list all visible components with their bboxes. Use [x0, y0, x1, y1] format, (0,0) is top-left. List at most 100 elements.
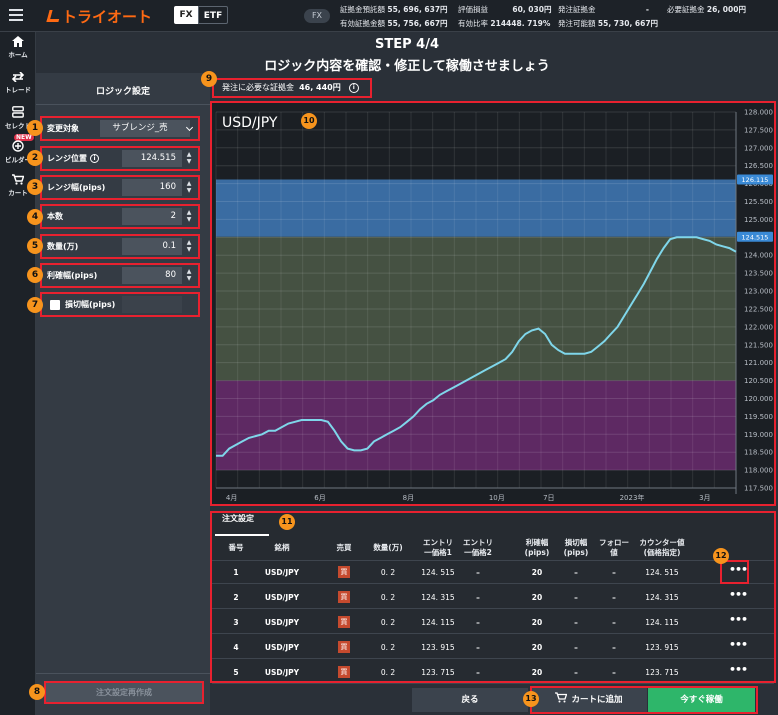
app-logo[interactable]: トライオート [46, 6, 152, 27]
step-number-badge: 13 [523, 691, 539, 707]
stat-effective-ratio: 有効比率 214448. 719% [458, 19, 551, 28]
field-range-position: レンジ位置 i 124.515 ▲ ▼ [40, 146, 200, 171]
y-tick-label: 125.000 [744, 216, 773, 224]
table-cell: USD/JPY [264, 643, 300, 652]
table-cell: USD/JPY [264, 593, 300, 602]
segment-fx[interactable]: FX [174, 6, 198, 24]
y-tick-label: 119.500 [744, 413, 773, 421]
field-label: 損切幅(pips) [65, 300, 116, 309]
field-stop-loss: 損切幅(pips) [40, 292, 200, 317]
table-cell: USD/JPY [264, 668, 300, 677]
stat-pl: 評価損益 60, 030円 [458, 5, 552, 14]
field-label: 利確幅(pips) [47, 271, 98, 280]
y-tick-label: 120.500 [744, 377, 773, 385]
cart-icon [12, 174, 24, 185]
row-menu-button[interactable]: ••• [729, 663, 748, 676]
x-tick-label: 8月 [403, 494, 414, 502]
stat-deposit: 証拠金預託額 55, 696, 637円 [340, 5, 448, 14]
step-number-badge: 2 [27, 150, 43, 166]
step-number-badge: 4 [27, 209, 43, 225]
row-menu-button[interactable]: ••• [729, 613, 748, 626]
field-take-profit: 利確幅(pips) 80 ▲ ▼ [40, 263, 200, 288]
field-label: 本数 [47, 212, 63, 221]
step-number-badge: 5 [27, 238, 43, 254]
column-header: エントリ 一価格2 [463, 538, 493, 557]
step-number-badge: 6 [27, 267, 43, 283]
info-icon[interactable]: i [90, 154, 99, 163]
buy-side-badge: 買 [338, 591, 350, 603]
hamburger-menu-icon[interactable] [9, 9, 23, 21]
highlight-frame [530, 686, 758, 714]
table-divider [212, 658, 774, 659]
segment-etf[interactable]: ETF [198, 6, 228, 24]
price-label: 126.115 [742, 176, 769, 184]
builder-plus-icon [12, 140, 24, 152]
y-tick-label: 124.000 [744, 252, 773, 260]
count-input[interactable]: 2 [122, 208, 182, 225]
column-header: 銘柄 [274, 543, 290, 552]
account-mode-badge: FX [304, 9, 330, 23]
y-tick-label: 118.500 [744, 449, 773, 457]
field-quantity: 数量(万) 0.1 ▲ ▼ [40, 234, 200, 259]
trade-arrows-icon [11, 72, 25, 82]
stepper-arrows-icon[interactable]: ▲ ▼ [185, 209, 193, 223]
stepper-arrows-icon[interactable]: ▲ ▼ [185, 180, 193, 194]
y-tick-label: 126.500 [744, 162, 773, 170]
step-number-badge: 7 [27, 297, 43, 313]
range-position-input[interactable]: 124.515 [122, 150, 182, 167]
table-cell: 123. 715 [645, 668, 679, 677]
field-range-width: レンジ幅(pips) 160 ▲ ▼ [40, 175, 200, 200]
x-tick-label: 4月 [226, 494, 237, 502]
step-number-badge: 11 [279, 514, 295, 530]
table-cell: USD/JPY [264, 568, 300, 577]
step-number-badge: 8 [29, 684, 45, 700]
table-cell: 124. 115 [645, 618, 679, 627]
price-label: 124.515 [742, 233, 769, 241]
table-divider [212, 608, 774, 609]
x-tick-label: 2023年 [620, 493, 645, 502]
range-width-input[interactable]: 160 [122, 179, 182, 196]
y-tick-label: 123.000 [744, 288, 773, 296]
step-number-badge: 1 [27, 120, 43, 136]
stepper-arrows-icon[interactable]: ▲ ▼ [185, 151, 193, 165]
logic-settings-title: ロジック設定 [95, 87, 150, 97]
stat-required-margin: 必要証拠金 26, 000円 [667, 5, 746, 14]
select-list-icon [12, 106, 24, 118]
field-change-target: 変更対象 サブレンジ_売 [40, 116, 200, 141]
field-label: レンジ幅(pips) [47, 183, 106, 192]
logo-mark-icon [46, 10, 62, 22]
step-indicator: STEP 4/4 [374, 37, 439, 52]
table-cell: – [476, 668, 480, 677]
table-cell: – [476, 593, 480, 602]
stepper-arrows-icon[interactable]: ▲ ▼ [185, 268, 193, 282]
stop-loss-input[interactable] [122, 296, 182, 313]
buy-side-badge: 買 [338, 666, 350, 678]
row-menu-button[interactable]: ••• [729, 638, 748, 651]
y-tick-label: 119.000 [744, 431, 773, 439]
row-menu-button[interactable]: ••• [729, 588, 748, 601]
nav-home[interactable]: ホーム [0, 36, 36, 59]
step-number-badge: 12 [713, 548, 729, 564]
buy-side-badge: 買 [338, 566, 350, 578]
price-chart: 128.000127.500127.000126.500126.000125.5… [210, 101, 776, 506]
required-margin-box: 発注に必要な証拠金 46, 440円 i [212, 78, 372, 98]
back-button[interactable]: 戻る [412, 688, 528, 712]
y-tick-label: 120.000 [744, 395, 773, 403]
regenerate-orders-button[interactable]: 注文設定再作成 [44, 681, 204, 704]
quantity-input[interactable]: 0.1 [122, 238, 182, 255]
table-divider [212, 683, 774, 684]
field-count: 本数 2 ▲ ▼ [40, 204, 200, 229]
take-profit-input[interactable]: 80 [122, 267, 182, 284]
table-divider [212, 583, 774, 584]
tab-order-settings[interactable]: 注文設定 [222, 513, 254, 524]
change-target-select[interactable]: サブレンジ_売 [100, 120, 190, 137]
panel-divider [36, 104, 210, 105]
stepper-arrows-icon[interactable]: ▲ ▼ [185, 239, 193, 253]
info-icon[interactable]: i [348, 82, 359, 93]
stop-loss-checkbox[interactable] [50, 300, 60, 310]
table-cell: – [476, 618, 480, 627]
x-tick-label: 3月 [699, 494, 710, 502]
stat-available: 発注可能額 55, 730, 667円 [558, 19, 659, 28]
y-tick-label: 121.000 [744, 359, 773, 367]
nav-trade[interactable]: トレード [0, 72, 36, 94]
